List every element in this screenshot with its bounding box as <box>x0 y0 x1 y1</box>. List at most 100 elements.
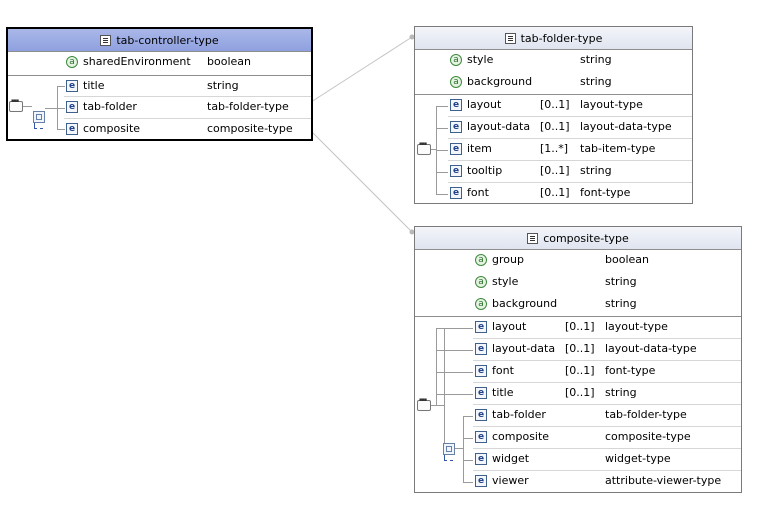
attribute-row[interactable]: a sharedEnvironment boolean <box>8 53 311 71</box>
element-type: tab-folder-type <box>207 100 289 113</box>
attribute-type: string <box>580 75 612 88</box>
complex-type-icon <box>100 34 112 46</box>
element-row[interactable]: e layout-data [0..1] layout-data-type <box>415 340 741 358</box>
element-row[interactable]: e font [0..1] font-type <box>415 362 741 380</box>
element-name: composite <box>492 430 550 443</box>
attribute-row[interactable]: a style string <box>415 273 741 291</box>
tab-controller-type-header[interactable]: tab-controller-type <box>8 29 311 52</box>
attribute-name: sharedEnvironment <box>83 55 191 68</box>
attribute-row[interactable]: a background string <box>415 295 741 313</box>
element-type: composite-type <box>207 122 293 135</box>
attribute-name: style <box>467 53 494 66</box>
element-cardinality: [0..1] <box>565 342 595 355</box>
element-name: viewer <box>492 474 529 487</box>
element-icon: e <box>475 453 487 465</box>
element-name: layout-data <box>492 342 556 355</box>
element-row[interactable]: e layout [0..1] layout-type <box>415 318 741 336</box>
element-name: title <box>492 386 514 399</box>
element-type: layout-data-type <box>580 120 672 133</box>
type-title: composite-type <box>543 231 629 245</box>
element-row[interactable]: e layout [0..1] layout-type <box>415 96 692 114</box>
element-name: tab-folder <box>83 100 137 113</box>
element-name: composite <box>83 122 141 135</box>
element-type: string <box>605 386 637 399</box>
element-type: string <box>207 79 239 92</box>
attribute-icon: a <box>475 276 487 288</box>
element-icon: e <box>450 99 462 111</box>
element-cardinality: [0..1] <box>565 320 595 333</box>
element-icon: e <box>66 80 78 92</box>
element-type: widget-type <box>605 452 671 465</box>
element-type: attribute-viewer-type <box>605 474 722 487</box>
element-icon: e <box>475 365 487 377</box>
element-icon: e <box>66 101 78 113</box>
complex-type-icon <box>527 232 539 244</box>
element-icon: e <box>450 121 462 133</box>
element-icon: e <box>475 321 487 333</box>
attribute-type: boolean <box>207 55 251 68</box>
element-name: font <box>467 186 489 199</box>
attribute-type: string <box>605 275 637 288</box>
element-cardinality: [0..1] <box>540 186 570 199</box>
element-row[interactable]: e title [0..1] string <box>415 384 741 402</box>
element-name: layout-data <box>467 120 531 133</box>
element-icon: e <box>475 387 487 399</box>
element-cardinality: [0..1] <box>540 98 570 111</box>
element-icon: e <box>475 343 487 355</box>
element-name: layout <box>492 320 527 333</box>
element-icon: e <box>66 123 78 135</box>
attribute-name: group <box>492 253 524 266</box>
element-row[interactable]: e font [0..1] font-type <box>415 184 692 202</box>
section-divider <box>415 316 741 317</box>
element-icon: e <box>475 475 487 487</box>
element-name: tab-folder <box>492 408 546 421</box>
element-row[interactable]: e item [1..*] tab-item-type <box>415 140 692 158</box>
element-type: composite-type <box>605 430 691 443</box>
attribute-row[interactable]: a group boolean <box>415 251 741 269</box>
composite-type-header[interactable]: composite-type <box>415 227 741 250</box>
element-row[interactable]: e widget widget-type <box>415 450 741 468</box>
attribute-icon: a <box>475 254 487 266</box>
section-divider <box>415 94 692 95</box>
composite-type-box[interactable]: composite-type a group boolean a style s… <box>414 226 742 493</box>
attribute-type: string <box>605 297 637 310</box>
tab-folder-type-header[interactable]: tab-folder-type <box>415 27 692 50</box>
attribute-row[interactable]: a background string <box>415 73 692 91</box>
element-icon: e <box>450 143 462 155</box>
attribute-name: style <box>492 275 519 288</box>
attribute-type: boolean <box>605 253 649 266</box>
element-icon: e <box>475 409 487 421</box>
element-icon: e <box>475 431 487 443</box>
element-type: string <box>580 164 612 177</box>
element-name: widget <box>492 452 530 465</box>
section-divider <box>8 75 311 76</box>
element-row[interactable]: e viewer attribute-viewer-type <box>415 472 741 490</box>
element-type: layout-data-type <box>605 342 697 355</box>
element-row[interactable]: e tooltip [0..1] string <box>415 162 692 180</box>
tab-controller-type-box[interactable]: tab-controller-type a sharedEnvironment … <box>6 27 313 141</box>
element-cardinality: [1..*] <box>540 142 569 155</box>
element-icon: e <box>450 165 462 177</box>
attribute-icon: a <box>450 76 462 88</box>
element-icon: e <box>450 187 462 199</box>
element-name: font <box>492 364 514 377</box>
tab-folder-type-box[interactable]: tab-folder-type a style string a backgro… <box>414 26 693 204</box>
element-type: font-type <box>605 364 656 377</box>
element-row[interactable]: e tab-folder tab-folder-type <box>415 406 741 424</box>
attribute-row[interactable]: a style string <box>415 51 692 69</box>
element-row-tab-folder[interactable]: e tab-folder tab-folder-type <box>8 98 311 116</box>
element-type: font-type <box>580 186 631 199</box>
attribute-icon: a <box>66 56 78 68</box>
element-cardinality: [0..1] <box>565 364 595 377</box>
type-title: tab-controller-type <box>116 33 219 47</box>
element-row[interactable]: e composite composite-type <box>415 428 741 446</box>
attribute-icon: a <box>475 298 487 310</box>
element-row[interactable]: e layout-data [0..1] layout-data-type <box>415 118 692 136</box>
element-cardinality: [0..1] <box>565 386 595 399</box>
element-row-title[interactable]: e title string <box>8 77 311 95</box>
element-cardinality: [0..1] <box>540 120 570 133</box>
element-row-composite[interactable]: e composite composite-type <box>8 120 311 138</box>
attribute-name: background <box>492 297 558 310</box>
element-name: title <box>83 79 105 92</box>
element-type: layout-type <box>580 98 643 111</box>
